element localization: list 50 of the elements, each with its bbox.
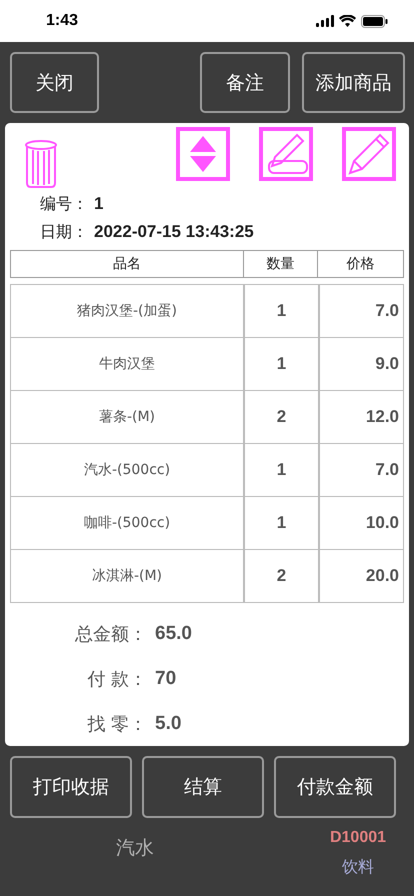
total-label: 找 零： [86, 712, 147, 736]
signal-icon [316, 15, 334, 27]
status-time: 1:43 [46, 12, 78, 30]
battery-icon [361, 14, 388, 28]
item-name: 汽水 [116, 836, 154, 861]
action-button[interactable]: 付款金额 [274, 756, 396, 818]
total-value: 65.0 [155, 622, 192, 644]
table-cell-text: 汽水-(500cc) [82, 461, 172, 480]
table-cell: 2 [243, 550, 318, 602]
table-cell: 7.0 [318, 444, 403, 496]
table-cell-text: 冰淇淋-(M) [90, 567, 164, 586]
table-cell: 12.0 [318, 391, 403, 443]
table-cell-text: 猪肉汉堡-(加蛋) [76, 302, 178, 321]
trash-icon[interactable] [24, 139, 58, 189]
item-code: D10001 [330, 829, 386, 847]
pencil-button[interactable] [342, 127, 396, 181]
date-label: 日期： [40, 222, 88, 243]
pencil-icon [346, 131, 392, 177]
table-cell: 20.0 [318, 550, 403, 602]
toolbar-button[interactable]: 备注 [200, 52, 290, 113]
sort-button[interactable] [176, 127, 230, 181]
number-label: 编号： [40, 194, 88, 215]
total-label: 总金额： [74, 622, 147, 646]
order-date: 2022-07-15 13:43:25 [94, 222, 254, 242]
table-cell: 7.0 [318, 285, 403, 337]
column-header: 价格 [317, 250, 403, 277]
total-value: 5.0 [155, 712, 182, 734]
toolbar-button[interactable]: 关闭 [10, 52, 99, 113]
total-label: 付 款： [86, 668, 147, 690]
column-header: 品名 [112, 254, 142, 274]
action-button[interactable]: 打印收据 [10, 756, 132, 818]
table-cell: 2 [243, 391, 318, 443]
toolbar-button[interactable]: 添加商品 [302, 52, 405, 113]
wifi-icon [339, 15, 356, 27]
table-cell-text: 咖啡-(500cc) [82, 514, 172, 533]
table-cell: 1 [243, 338, 318, 390]
table-cell: 1 [243, 285, 318, 337]
edit-button[interactable] [259, 127, 313, 181]
up-down-arrows-icon [188, 134, 218, 174]
table-cell-text: 牛肉汉堡 [98, 355, 156, 374]
action-button[interactable]: 结算 [142, 756, 264, 818]
table-cell: 1 [243, 444, 318, 496]
order-number: 1 [94, 194, 104, 214]
table-cell: 10.0 [318, 497, 403, 549]
table-cell: 9.0 [318, 338, 403, 390]
total-value: 70 [155, 668, 176, 690]
item-category: 饮料 [342, 857, 374, 878]
table-cell-text: 薯条-(M) [98, 408, 156, 427]
table-cell: 1 [243, 497, 318, 549]
column-header: 数量 [243, 250, 317, 277]
